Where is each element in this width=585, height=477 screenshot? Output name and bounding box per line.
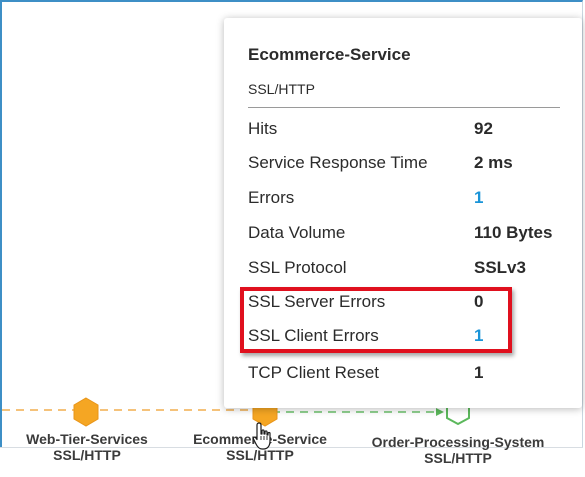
tooltip-title: Ecommerce-Service (248, 45, 411, 64)
node-protocol: SSL/HTTP (53, 447, 121, 463)
node-label-order-processing[interactable]: Order-Processing-System SSL/HTTP (358, 434, 558, 466)
metric-label: Hits (248, 119, 278, 138)
tooltip-subtitle: SSL/HTTP (248, 81, 315, 97)
node-name: Order-Processing-System (371, 434, 545, 450)
node-name: Web-Tier-Services (26, 431, 148, 447)
metric-label: Data Volume (248, 223, 346, 242)
metric-row-errors: Errors 1 (248, 188, 568, 212)
metric-value: 110 Bytes (474, 223, 553, 242)
metric-label: TCP Client Reset (248, 363, 380, 382)
node-label-web-tier[interactable]: Web-Tier-Services SSL/HTTP (18, 431, 156, 463)
metric-label: Service Response Time (248, 153, 428, 172)
metric-row-response-time: Service Response Time 2 ms (248, 153, 568, 177)
connector-arrowhead (436, 408, 444, 416)
metric-value: 2 ms (474, 153, 513, 172)
tooltip-divider (248, 107, 560, 108)
metric-row-tcp-client-reset: TCP Client Reset 1 (248, 363, 568, 387)
hand-pointer-icon (252, 422, 271, 450)
node-protocol: SSL/HTTP (424, 450, 492, 466)
metric-row-ssl-protocol: SSL Protocol SSLv3 (248, 258, 568, 282)
metric-row-hits: Hits 92 (248, 119, 568, 143)
highlight-box (240, 287, 512, 353)
metric-value: 92 (474, 119, 493, 138)
metric-label: Errors (248, 188, 295, 207)
metric-row-data-volume: Data Volume 110 Bytes (248, 223, 568, 247)
metric-value-link[interactable]: 1 (474, 188, 483, 208)
metric-value: 1 (474, 363, 484, 382)
hexagon-orange-icon[interactable] (73, 397, 99, 427)
metric-label: SSL Protocol (248, 258, 347, 277)
metric-value: SSLv3 (474, 258, 526, 277)
